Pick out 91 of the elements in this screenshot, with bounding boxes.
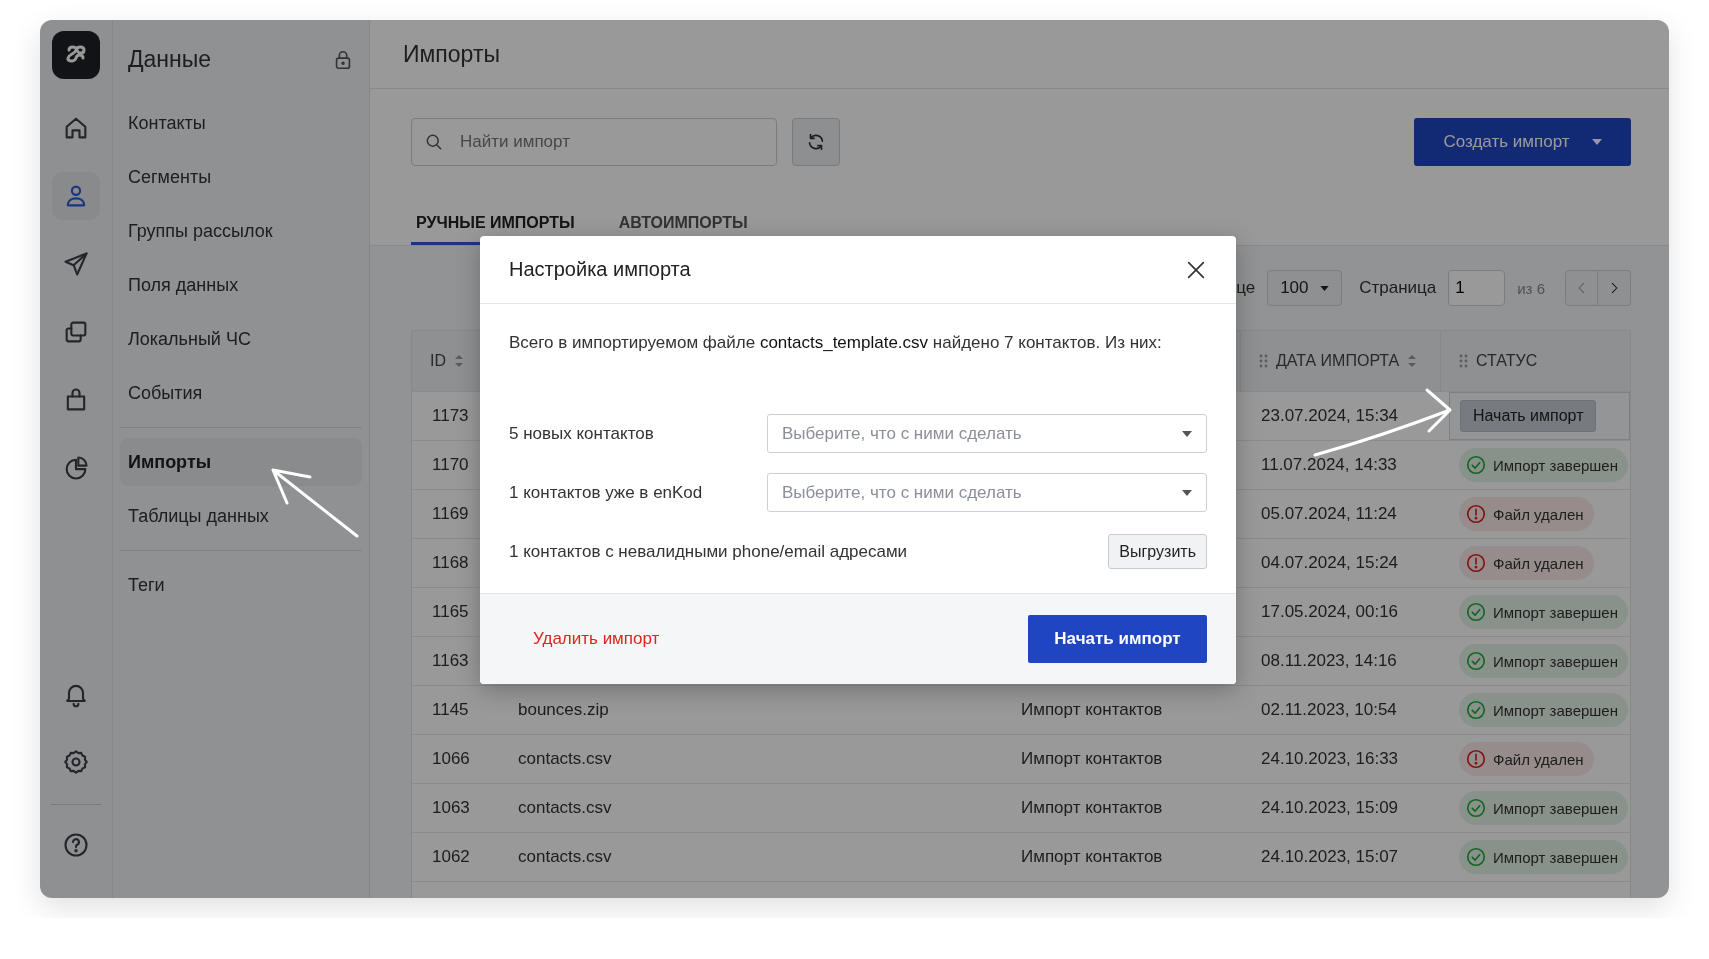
table-cell: 24.10.2023, 15:09 bbox=[1261, 798, 1399, 818]
check-circle-icon bbox=[1465, 601, 1487, 623]
table-cell: 17.05.2024, 00:16 bbox=[1261, 602, 1399, 622]
page-total: из 6 bbox=[1517, 279, 1545, 297]
table-cell: 1063 bbox=[432, 798, 470, 818]
table-cell: 1170 bbox=[432, 455, 469, 475]
table-cell: 1145 bbox=[432, 700, 469, 720]
status-badge: Файл удален bbox=[1459, 497, 1594, 531]
caret-icon bbox=[1182, 489, 1192, 496]
logo-icon bbox=[52, 31, 100, 79]
status-badge: Файл удален bbox=[1459, 742, 1594, 776]
option-label: 1 контактов уже в enKod bbox=[509, 482, 703, 503]
export-button[interactable]: Выгрузить bbox=[1108, 534, 1207, 569]
search-icon bbox=[424, 132, 444, 152]
table-cell: Импорт контактов bbox=[1021, 847, 1163, 867]
exclamation-circle-icon bbox=[1465, 503, 1487, 525]
table-cell: 23.07.2024, 15:34 bbox=[1261, 406, 1399, 426]
table-cell: 1168 bbox=[432, 553, 469, 573]
per-page-label: це bbox=[1236, 278, 1256, 298]
status-badge: Импорт завершен bbox=[1459, 448, 1628, 482]
column-header: ID bbox=[430, 352, 446, 370]
action-select[interactable]: Выберите, что с ними сделать bbox=[767, 414, 1207, 453]
search-field[interactable]: Найти импорт bbox=[411, 118, 777, 166]
drag-handle-icon[interactable] bbox=[1259, 354, 1268, 368]
drag-handle-icon[interactable] bbox=[1459, 354, 1468, 368]
caret-icon bbox=[1182, 430, 1192, 437]
table-cell: 24.10.2023, 15:07 bbox=[1261, 847, 1399, 867]
check-circle-icon bbox=[1465, 454, 1487, 476]
column-header: ДАТА ИМПОРТА bbox=[1276, 352, 1400, 370]
per-page-select[interactable]: 100 bbox=[1267, 270, 1343, 306]
refresh-button[interactable] bbox=[792, 118, 840, 166]
caret-icon bbox=[1320, 285, 1330, 291]
check-circle-icon bbox=[1465, 797, 1487, 819]
table-cell: 1165 bbox=[432, 602, 469, 622]
caret-icon bbox=[1591, 139, 1602, 145]
table-cell: 24.10.2023, 16:33 bbox=[1261, 749, 1399, 769]
sidebar-item[interactable]: События bbox=[120, 369, 362, 417]
dialog-title: Настройка импорта bbox=[509, 258, 691, 281]
table-cell: 1062 bbox=[432, 847, 470, 867]
column-header: СТАТУС bbox=[1476, 352, 1538, 370]
page-label: Страница bbox=[1359, 278, 1437, 298]
sidebar-item[interactable]: Теги bbox=[120, 561, 362, 609]
table-cell: Импорт контактов bbox=[1021, 749, 1163, 769]
table-cell: 04.07.2024, 15:24 bbox=[1261, 553, 1399, 573]
table-cell: contacts.csv bbox=[518, 847, 612, 867]
status-badge: Импорт завершен bbox=[1459, 595, 1628, 629]
check-circle-icon bbox=[1465, 846, 1487, 868]
table-cell: 1173 bbox=[432, 406, 469, 426]
option-label: 5 новых контактов bbox=[509, 423, 654, 444]
nav-person-button[interactable] bbox=[52, 172, 100, 220]
option-label: 1 контактов с невалидными phone/email адресами bbox=[509, 541, 908, 562]
sidebar-item[interactable]: Сегменты bbox=[120, 153, 362, 201]
create-import-button[interactable]: Создать импорт bbox=[1414, 118, 1631, 166]
send-icon bbox=[62, 250, 90, 278]
exclamation-circle-icon bbox=[1465, 748, 1487, 770]
settings-icon bbox=[62, 748, 90, 776]
table-cell: 11.07.2024, 14:33 bbox=[1261, 455, 1397, 475]
table-cell: 08.11.2023, 14:16 bbox=[1261, 651, 1397, 671]
exclamation-circle-icon bbox=[1465, 552, 1487, 574]
status-badge: Импорт завершен bbox=[1459, 791, 1628, 825]
action-select[interactable]: Выберите, что с ними сделать bbox=[767, 473, 1207, 512]
table-cell: 1066 bbox=[432, 749, 470, 769]
table-cell: Импорт контактов bbox=[1021, 798, 1163, 818]
start-import-button[interactable]: Начать импорт bbox=[1028, 615, 1207, 663]
delete-import-link[interactable]: Удалить импорт bbox=[533, 629, 660, 649]
start-import-button[interactable]: Начать импорт bbox=[1460, 400, 1597, 432]
status-badge: Импорт завершен bbox=[1459, 693, 1628, 727]
status-badge: Файл удален bbox=[1459, 546, 1594, 580]
status-badge: Импорт завершен bbox=[1459, 840, 1628, 874]
sidebar-item[interactable]: Поля данных bbox=[120, 261, 362, 309]
sidebar-item[interactable]: Локальный ЧС bbox=[120, 315, 362, 363]
check-circle-icon bbox=[1465, 699, 1487, 721]
sidebar-item[interactable]: Импорты bbox=[120, 438, 362, 486]
table-cell: 1169 bbox=[432, 504, 469, 524]
table-cell: contacts.csv bbox=[518, 798, 612, 818]
table-cell: bounces.zip bbox=[518, 700, 609, 720]
help-icon bbox=[62, 831, 90, 859]
check-circle-icon bbox=[1465, 650, 1487, 672]
status-badge: Импорт завершен bbox=[1459, 644, 1628, 678]
section-title: Данные bbox=[128, 46, 212, 73]
table-cell: 02.11.2023, 10:54 bbox=[1261, 700, 1397, 720]
table-cell: contacts.csv bbox=[518, 749, 612, 769]
table-cell: 05.07.2024, 11:24 bbox=[1261, 504, 1397, 524]
sidebar-item[interactable]: Контакты bbox=[120, 99, 362, 147]
table-cell: Импорт контактов bbox=[1021, 700, 1163, 720]
sidebar-item[interactable]: Таблицы данных bbox=[120, 492, 362, 540]
table-cell: 1163 bbox=[432, 651, 469, 671]
summary-text: Всего в импортируемом файле contacts_template.csv найдено 7 контактов. Из них: bbox=[509, 332, 1163, 353]
page-title: Импорты bbox=[403, 40, 500, 68]
page-number-field[interactable]: 1 bbox=[1448, 270, 1506, 306]
sidebar-item[interactable]: Группы рассылок bbox=[120, 207, 362, 255]
